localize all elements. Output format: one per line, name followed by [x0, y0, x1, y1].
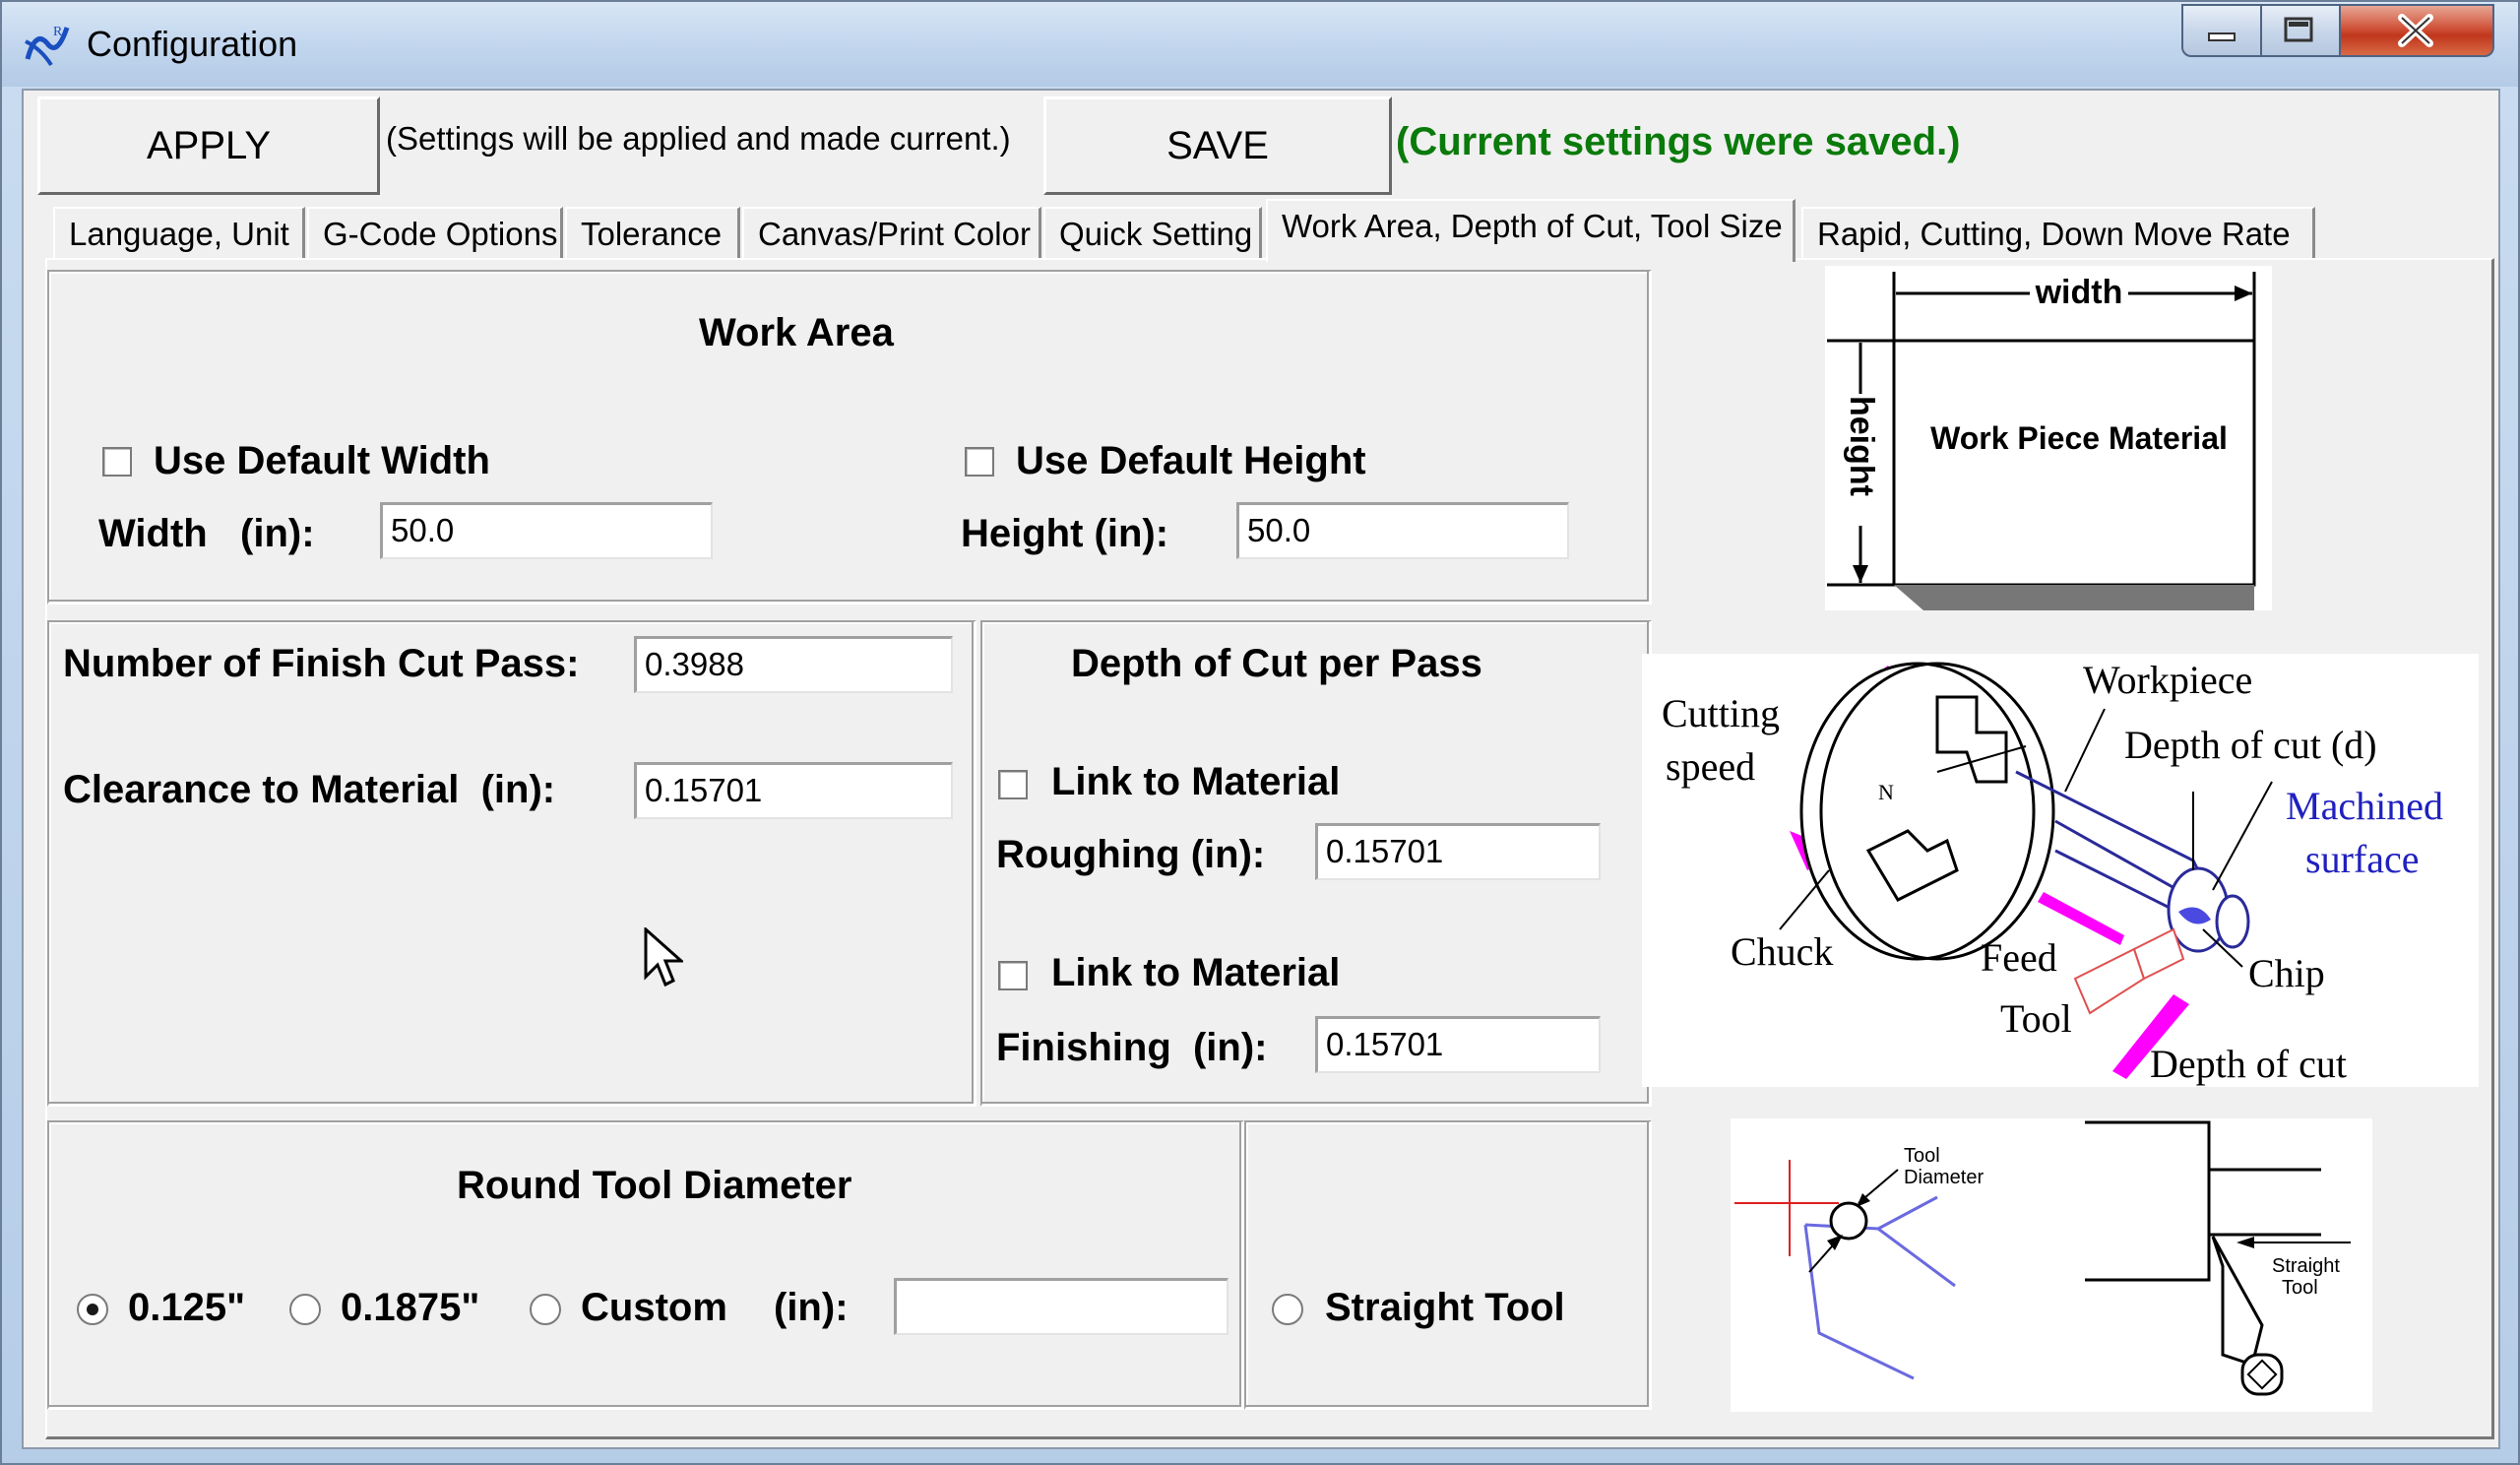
tab-canvas-print-color[interactable]: Canvas/Print Color: [742, 207, 1041, 258]
lathe-depth-d-label: Depth of cut (d): [2124, 723, 2377, 767]
tool-diameter-label-2: Diameter: [1904, 1167, 1984, 1188]
lathe-depth-label: Depth of cut: [2150, 1042, 2347, 1086]
lathe-machined-label: Machined: [2286, 784, 2443, 828]
depth-of-cut-group: Depth of Cut per Pass Link to Material R…: [980, 620, 1652, 1107]
maximize-button[interactable]: [2262, 4, 2341, 57]
finish-cut-group: Number of Finish Cut Pass: 0.3988 Cleara…: [47, 620, 976, 1107]
finish-passes-label: Number of Finish Cut Pass:: [63, 642, 580, 685]
tab-label: Quick Setting: [1059, 216, 1253, 252]
svg-text:R: R: [53, 25, 63, 39]
lathe-cutting-label: Cutting: [1662, 691, 1780, 735]
lathe-illustration: N Cutting speed Workpiece Depth of cut (…: [1662, 658, 2443, 1086]
width-input[interactable]: 50.0: [380, 502, 713, 559]
custom-diameter-input[interactable]: [894, 1278, 1228, 1335]
use-default-height-checkbox[interactable]: [965, 447, 994, 477]
tab-rapid-cutting-rate[interactable]: Rapid, Cutting, Down Move Rate: [1801, 207, 2315, 258]
app-icon: R: [25, 25, 70, 67]
round-tool-group: Round Tool Diameter 0.125" 0.1875" Custo…: [47, 1120, 1244, 1410]
width-label: Width (in):: [98, 512, 315, 555]
round-tool-title: Round Tool Diameter: [457, 1164, 852, 1207]
straight-tool-diagram-label-1: Straight: [2272, 1255, 2340, 1277]
work-area-title: Work Area: [699, 311, 894, 354]
use-default-height-label: Use Default Height: [1016, 439, 1366, 482]
lathe-chuck-label: Chuck: [1731, 929, 1833, 974]
link-material-roughing-label: Link to Material: [1051, 760, 1341, 803]
tab-work-area[interactable]: Work Area, Depth of Cut, Tool Size: [1266, 199, 1796, 262]
work-piece-illustration: width height Work Piece Material: [1827, 272, 2256, 614]
tab-language-unit[interactable]: Language, Unit: [53, 207, 305, 258]
lathe-cutting-diagram: N Cutting speed Workpiece Depth of cut (…: [1642, 654, 2479, 1087]
radio-custom[interactable]: [530, 1294, 561, 1325]
lathe-tool-label: Tool: [2000, 996, 2072, 1041]
link-material-roughing-checkbox[interactable]: [998, 770, 1028, 799]
lathe-speed-label: speed: [1666, 744, 1755, 789]
tab-label: Language, Unit: [69, 216, 289, 252]
tab-label: Tolerance: [581, 216, 723, 252]
radio-0125[interactable]: [77, 1294, 108, 1325]
tool-type-diagram: Tool Diameter Straight Tool: [1731, 1118, 2372, 1412]
lathe-feed-label: Feed: [1981, 935, 2057, 980]
tab-label: G-Code Options: [323, 216, 558, 252]
clearance-input[interactable]: 0.15701: [634, 762, 953, 819]
link-material-finishing-checkbox[interactable]: [998, 961, 1028, 990]
clearance-label: Clearance to Material (in):: [63, 768, 556, 811]
roughing-input[interactable]: 0.15701: [1315, 823, 1601, 880]
height-label: Height (in):: [961, 512, 1169, 555]
maximize-icon: [2284, 17, 2313, 42]
tab-quick-setting[interactable]: Quick Setting: [1043, 207, 1262, 258]
radio-0125-label: 0.125": [128, 1286, 246, 1329]
depth-title: Depth of Cut per Pass: [1071, 642, 1482, 685]
title-bar[interactable]: R Configuration: [2, 2, 2518, 87]
save-status: (Current settings were saved.): [1396, 120, 1961, 163]
finish-passes-input[interactable]: 0.3988: [634, 636, 953, 693]
apply-button-label: APPLY: [147, 123, 271, 167]
tab-tolerance[interactable]: Tolerance: [565, 207, 740, 258]
minimize-button[interactable]: [2181, 4, 2262, 57]
work-piece-body-label: Work Piece Material: [1930, 420, 2228, 456]
height-diagram-label: height: [1843, 396, 1880, 496]
apply-button[interactable]: APPLY: [37, 96, 380, 195]
mouse-cursor-icon: [644, 927, 683, 987]
minimize-icon: [2208, 32, 2236, 41]
window-title: Configuration: [87, 24, 298, 64]
client-area: APPLY (Settings will be applied and made…: [22, 89, 2500, 1449]
close-icon: [2398, 14, 2433, 47]
tool-illustration: Tool Diameter Straight Tool: [1734, 1120, 2351, 1396]
finishing-label: Finishing (in):: [996, 1026, 1268, 1069]
lathe-surface-label: surface: [2305, 837, 2419, 881]
configuration-window: R Configuration APPLY (Settings will be …: [0, 0, 2520, 1465]
roughing-label: Roughing (in):: [996, 833, 1266, 876]
work-area-group: Work Area Use Default Width Use Default …: [47, 270, 1652, 605]
straight-tool-group: Straight Tool: [1244, 1120, 1652, 1410]
width-diagram-label: width: [2035, 274, 2123, 311]
custom-unit-label: (in):: [774, 1286, 849, 1329]
finishing-input[interactable]: 0.15701: [1315, 1016, 1601, 1073]
svg-text:N: N: [1878, 780, 1894, 804]
straight-tool-diagram-label-2: Tool: [2282, 1277, 2318, 1299]
tool-diameter-label-1: Tool: [1904, 1145, 1940, 1167]
radio-custom-label: Custom: [581, 1286, 727, 1329]
tab-label: Work Area, Depth of Cut, Tool Size: [1282, 208, 1783, 244]
use-default-width-checkbox[interactable]: [102, 447, 132, 477]
radio-01875-label: 0.1875": [341, 1286, 480, 1329]
use-default-width-label: Use Default Width: [154, 439, 490, 482]
apply-note: (Settings will be applied and made curre…: [386, 120, 1011, 157]
lathe-workpiece-label: Workpiece: [2083, 658, 2252, 702]
link-material-finishing-label: Link to Material: [1051, 951, 1341, 994]
height-input[interactable]: 50.0: [1236, 502, 1569, 559]
radio-01875[interactable]: [289, 1294, 321, 1325]
save-button-label: SAVE: [1166, 123, 1269, 167]
radio-straight-tool[interactable]: [1272, 1294, 1303, 1325]
save-button[interactable]: SAVE: [1043, 96, 1392, 195]
work-piece-diagram: width height Work Piece Material: [1825, 266, 2272, 614]
tab-label: Canvas/Print Color: [758, 216, 1031, 252]
close-button[interactable]: [2341, 4, 2494, 57]
lathe-chip-label: Chip: [2248, 951, 2325, 995]
tab-label: Rapid, Cutting, Down Move Rate: [1817, 216, 2291, 252]
tab-gcode-options[interactable]: G-Code Options: [307, 207, 563, 258]
straight-tool-label: Straight Tool: [1325, 1286, 1565, 1329]
